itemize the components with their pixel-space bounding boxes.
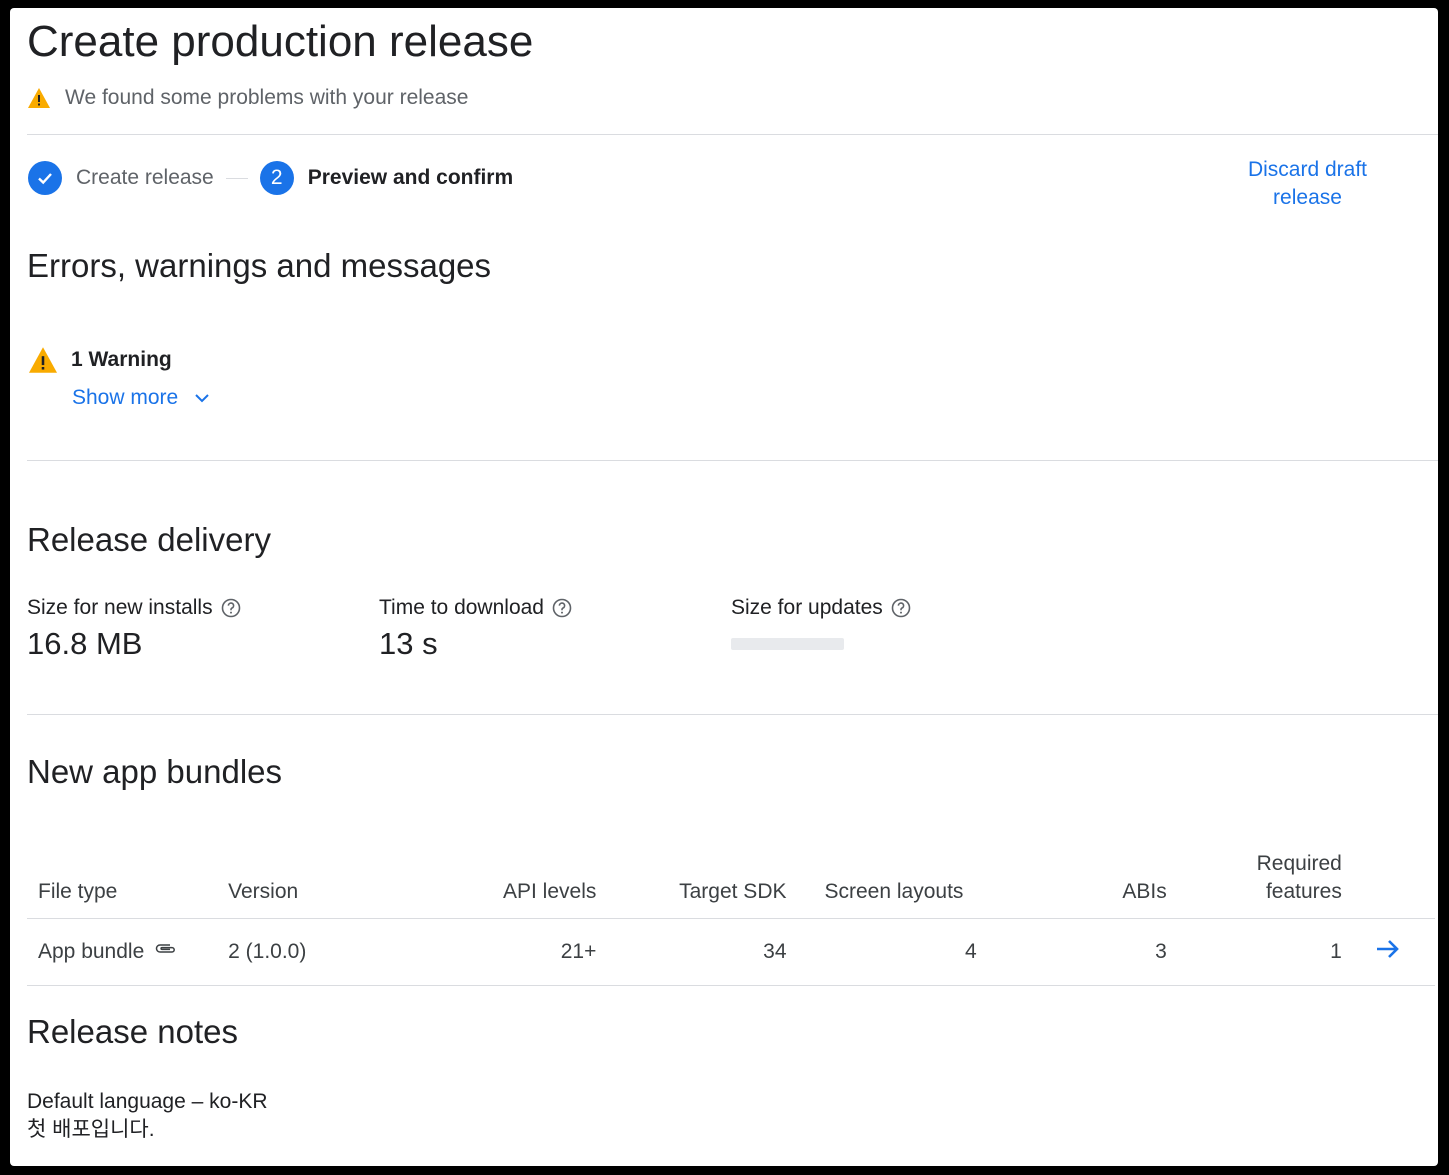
bundles-table: File type Version API levels Target SDK … xyxy=(27,830,1435,986)
col-screen-layouts: Screen layouts xyxy=(824,880,964,903)
discard-line-1: Discard draft xyxy=(1247,158,1368,181)
cell-version: 2 (1.0.0) xyxy=(228,918,379,986)
step-1-complete xyxy=(28,161,62,195)
cell-screen-layouts: 4 xyxy=(786,918,977,986)
metric-size-updates: Size for updates xyxy=(731,596,911,650)
col-target-sdk: Target SDK xyxy=(679,880,787,903)
show-more-button[interactable]: Show more xyxy=(72,386,212,410)
cell-abis: 3 xyxy=(976,918,1167,986)
metric-new-installs: Size for new installs 16.8 MB xyxy=(27,596,241,662)
warning-summary: 1 Warning xyxy=(27,346,172,374)
cell-required-features: 1 xyxy=(1166,918,1342,986)
step-connector xyxy=(225,177,248,179)
release-problems-text: We found some problems with your release xyxy=(65,86,469,109)
col-action xyxy=(1342,830,1435,919)
bundles-heading: New app bundles xyxy=(27,753,283,790)
warning-count: 1 Warning xyxy=(71,348,172,371)
notes-text: 첫 배포입니다. xyxy=(27,1118,155,1141)
table-row[interactable]: App bundle 2 (1.0.0) 21+ 34 4 3 1 xyxy=(27,918,1435,986)
metric-time-label: Time to download xyxy=(379,596,544,619)
header-divider xyxy=(27,134,1438,135)
step-2-label: Preview and confirm xyxy=(307,166,514,189)
arrow-right-icon[interactable] xyxy=(1375,938,1401,960)
show-more-label: Show more xyxy=(72,386,179,409)
col-file-type: File type xyxy=(38,880,118,903)
step-1-label: Create release xyxy=(76,166,214,189)
release-page: Create production release We found some … xyxy=(10,8,1438,1166)
loading-placeholder xyxy=(731,638,844,650)
step-2-number: 2 xyxy=(259,161,294,195)
metric-new-installs-label: Size for new installs xyxy=(27,596,213,619)
stepper: Create release 2 Preview and confirm xyxy=(28,158,513,198)
release-problems-banner: We found some problems with your release xyxy=(27,84,468,112)
release-notes: Default language – ko-KR 첫 배포입니다. xyxy=(27,1088,268,1144)
cell-action xyxy=(1341,918,1435,986)
metric-updates-label: Size for updates xyxy=(731,596,883,619)
chevron-down-icon xyxy=(195,394,209,403)
page-title: Create production release xyxy=(27,17,534,66)
metric-time-value: 13 s xyxy=(379,626,438,661)
delivery-heading: Release delivery xyxy=(27,521,271,558)
col-api-levels: API levels xyxy=(503,880,597,903)
col-required-features-label: Required features xyxy=(1256,852,1342,903)
paperclip-icon xyxy=(155,944,176,953)
metric-time-to-download: Time to download 13 s xyxy=(379,596,572,662)
cell-file-type: App bundle xyxy=(27,918,229,986)
delivery-divider xyxy=(27,714,1438,715)
table-header-row: File type Version API levels Target SDK … xyxy=(27,830,1435,919)
col-required-features: Required features xyxy=(1167,830,1342,919)
errors-divider xyxy=(27,460,1438,461)
check-icon xyxy=(38,173,52,185)
discard-line-2: release xyxy=(1273,186,1342,209)
notes-language: Default language – ko-KR xyxy=(27,1090,268,1113)
cell-api-levels: 21+ xyxy=(378,918,597,986)
help-icon[interactable] xyxy=(552,598,572,618)
errors-heading: Errors, warnings and messages xyxy=(27,247,492,284)
help-icon[interactable] xyxy=(221,598,241,618)
help-icon[interactable] xyxy=(891,598,911,618)
col-version: Version xyxy=(228,880,299,903)
file-type-text: App bundle xyxy=(38,940,145,963)
warning-icon xyxy=(28,88,50,108)
cell-target-sdk: 34 xyxy=(596,918,787,986)
metric-new-installs-value: 16.8 MB xyxy=(27,626,143,661)
notes-heading: Release notes xyxy=(27,1013,238,1050)
col-abis: ABIs xyxy=(1122,880,1167,903)
warning-icon xyxy=(29,347,57,373)
discard-draft-button[interactable]: Discard draft release xyxy=(1220,156,1395,212)
